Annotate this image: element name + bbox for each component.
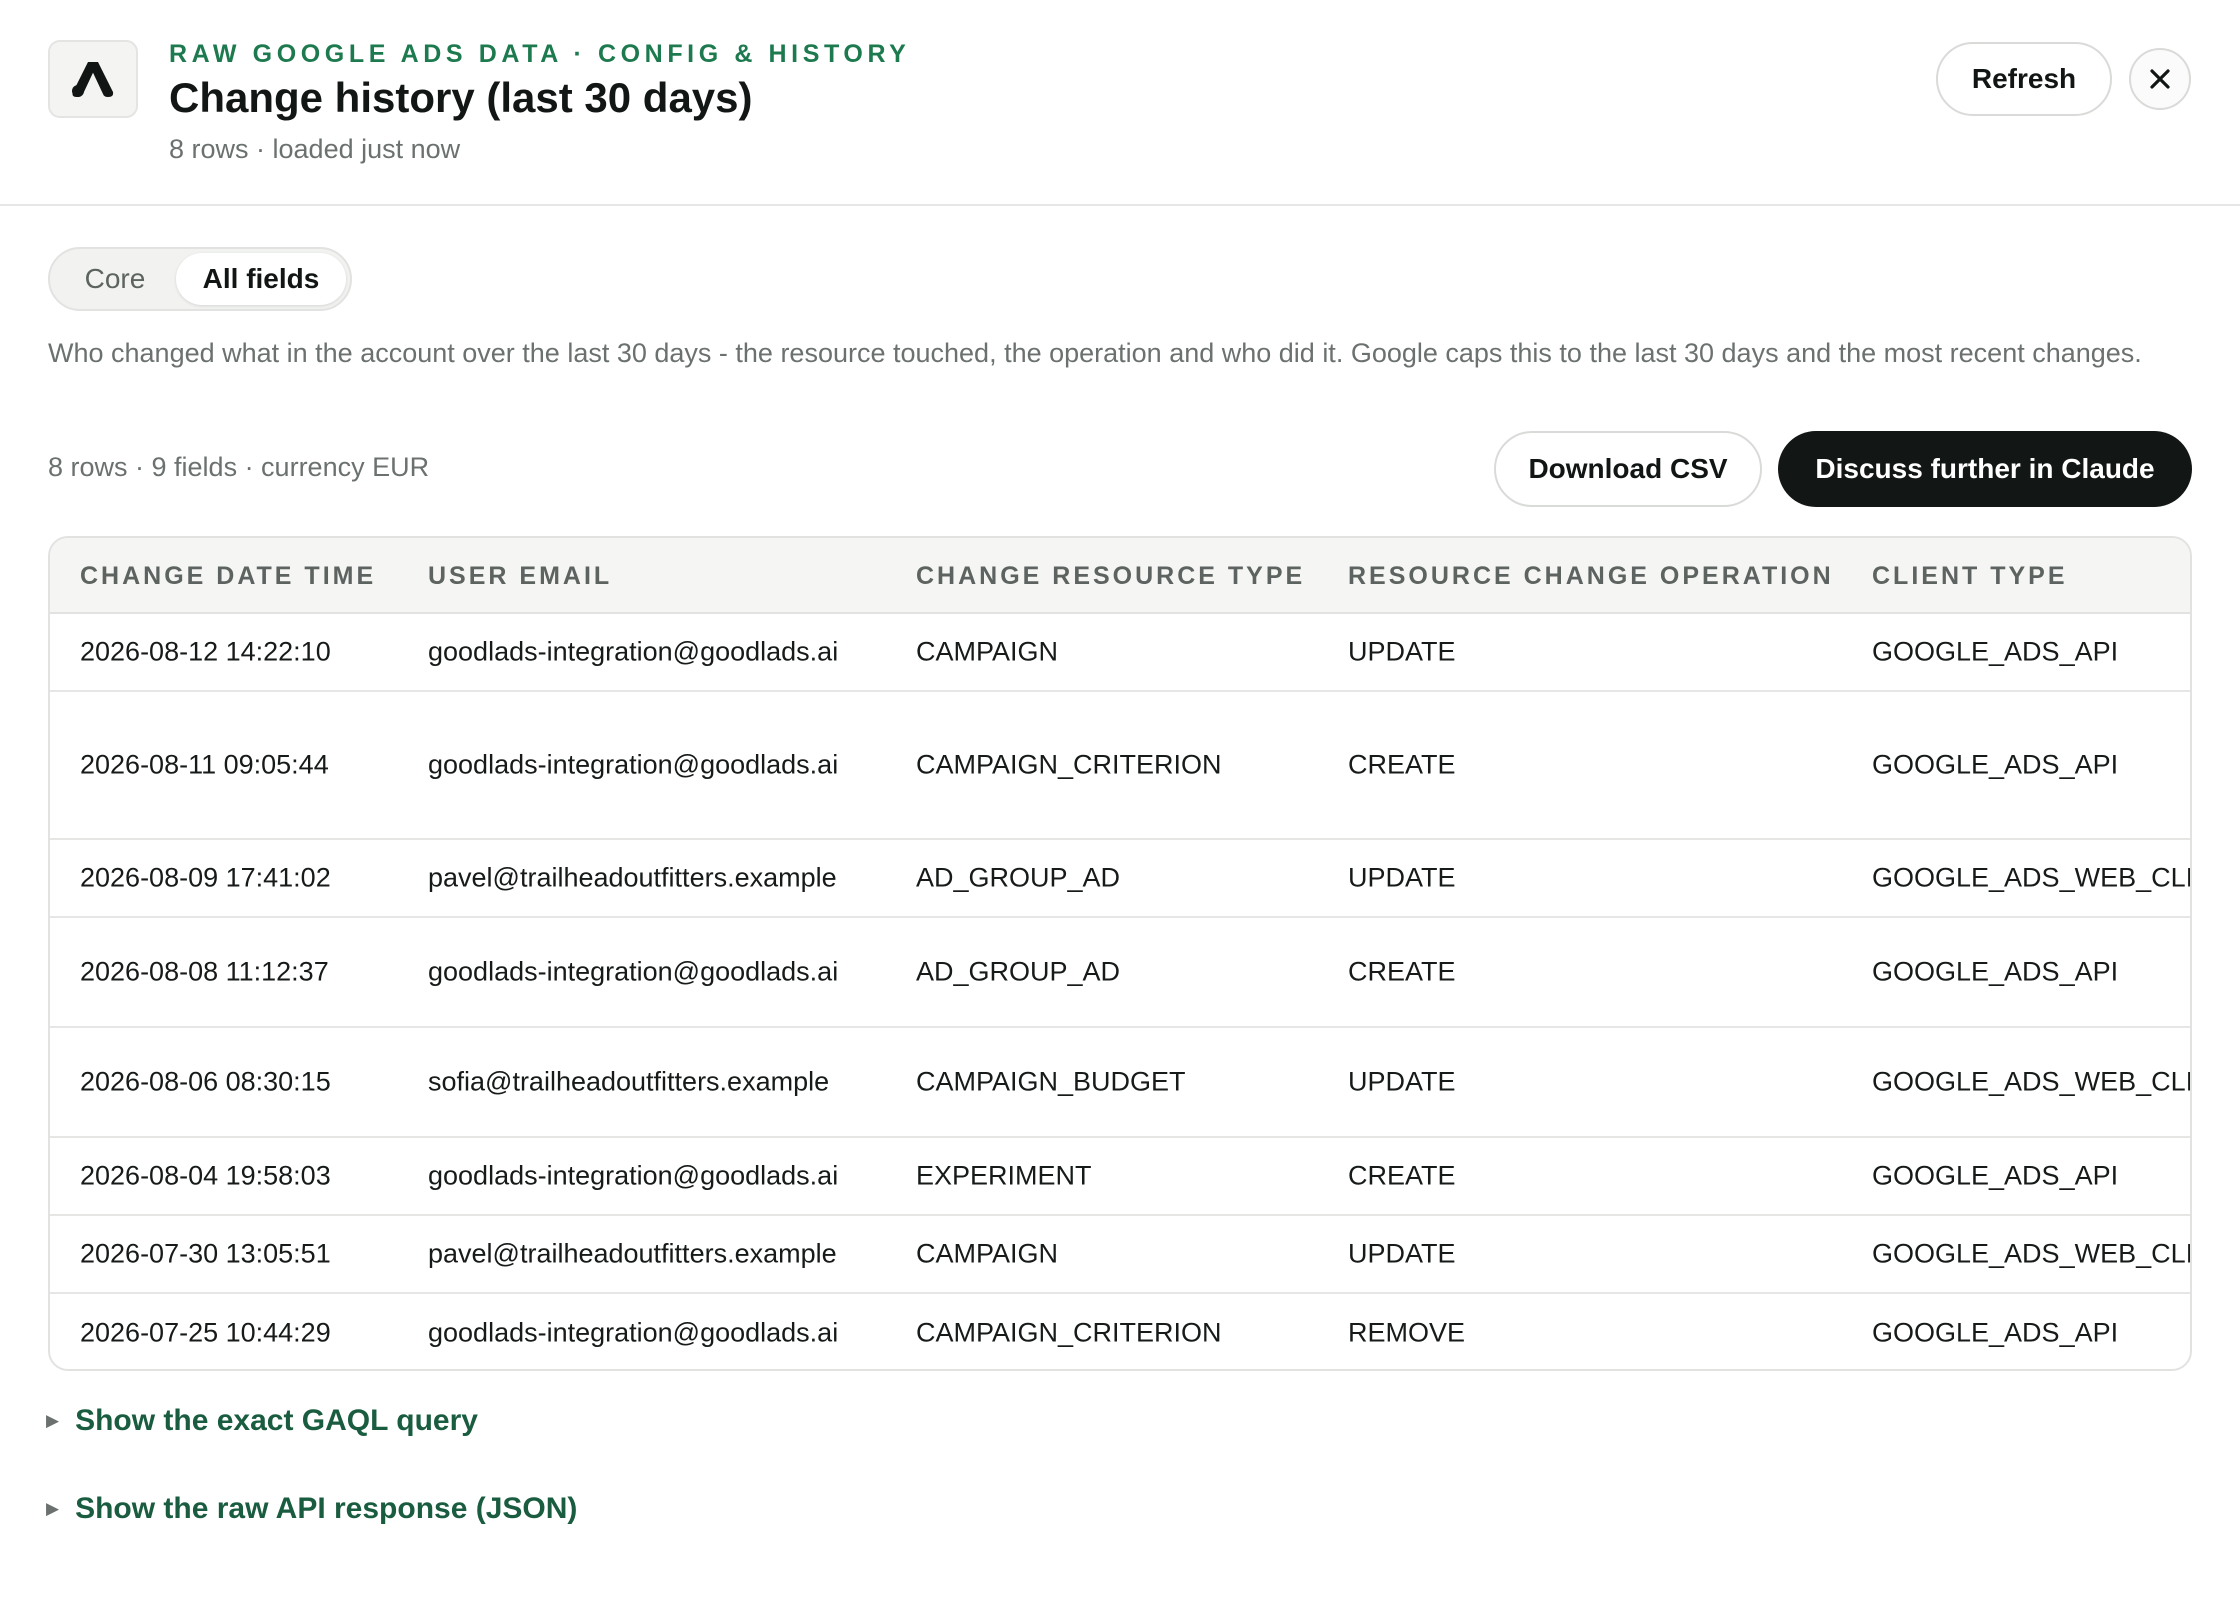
disclosure-triangle-icon: ▶ (46, 1499, 60, 1518)
cell-operation: CREATE (1348, 956, 1456, 987)
cell-user-email: goodlads-integration@goodlads.ai (428, 1317, 839, 1347)
table-row: 2026-07-30 13:05:51 pavel@trailheadoutfi… (50, 1216, 2192, 1294)
modal-header: RAW GOOGLE ADS DATA · CONFIG & HISTORY C… (0, 0, 2240, 206)
cell-user-email: pavel@trailheadoutfitters.example (428, 1238, 837, 1269)
gaql-query-label: Show the exact GAQL query (75, 1404, 478, 1437)
cell-client-type: GOOGLE_ADS_API (1872, 636, 2119, 667)
table-row: 2026-08-04 19:58:03 goodlads-integration… (50, 1138, 2190, 1216)
cell-resource-type: CAMPAIGN_BUDGET (916, 1066, 1186, 1097)
cell-user-email: pavel@trailheadoutfitters.example (428, 862, 837, 893)
table-row: 2026-08-12 14:22:10 goodlads-integration… (50, 614, 2190, 692)
cell-operation: REMOVE (1348, 1317, 1466, 1347)
cell-change-date-time: 2026-08-08 11:12:37 (80, 956, 329, 987)
cell-client-type: GOOGLE_ADS_API (1872, 1160, 2119, 1191)
cell-client-type: GOOGLE_ADS_API (1872, 1317, 2119, 1347)
cell-user-email: goodlads-integration@goodlads.ai (428, 749, 839, 780)
raw-json-label: Show the raw API response (JSON) (75, 1492, 578, 1525)
cell-operation: UPDATE (1348, 636, 1456, 667)
table-row: 2026-08-06 08:30:15 sofia@trailheadoutfi… (50, 1028, 2192, 1138)
load-status: 8 rows · loaded just now (169, 134, 461, 164)
change-history-table[interactable]: CHANGE DATE TIME USER EMAIL CHANGE RESOU… (48, 536, 2192, 1371)
cell-client-type: GOOGLE_ADS_API (1872, 749, 2119, 780)
section-eyebrow: RAW GOOGLE ADS DATA · CONFIG & HISTORY (169, 40, 911, 68)
cell-user-email: goodlads-integration@goodlads.ai (428, 956, 839, 987)
cell-resource-type: CAMPAIGN (916, 1238, 1059, 1269)
cell-change-date-time: 2026-07-25 10:44:29 (80, 1317, 331, 1347)
column-header[interactable]: CHANGE DATE TIME (80, 562, 376, 591)
cell-client-type: GOOGLE_ADS_WEB_CLIENT (1872, 862, 2192, 893)
refresh-button[interactable]: Refresh (1936, 42, 2112, 116)
cell-operation: UPDATE (1348, 1238, 1456, 1269)
raw-json-disclosure[interactable]: ▶ Show the raw API response (JSON) (46, 1492, 577, 1526)
column-header[interactable]: RESOURCE CHANGE OPERATION (1348, 562, 1834, 591)
cell-resource-type: CAMPAIGN_CRITERION (916, 1317, 1222, 1347)
cell-user-email: goodlads-integration@goodlads.ai (428, 636, 839, 667)
close-icon (2150, 69, 2170, 89)
cell-change-date-time: 2026-08-11 09:05:44 (80, 749, 329, 780)
cell-change-date-time: 2026-08-09 17:41:02 (80, 862, 331, 893)
cell-client-type: GOOGLE_ADS_WEB_CLIENT (1872, 1238, 2192, 1269)
cell-change-date-time: 2026-07-30 13:05:51 (80, 1238, 331, 1269)
cell-change-date-time: 2026-08-06 08:30:15 (80, 1066, 331, 1097)
close-button[interactable] (2129, 48, 2191, 110)
tab-core[interactable]: Core (60, 253, 170, 305)
cell-change-date-time: 2026-08-12 14:22:10 (80, 636, 331, 667)
table-row: 2026-07-25 10:44:29 goodlads-integration… (50, 1294, 2190, 1369)
table-row: 2026-08-11 09:05:44 goodlads-integration… (50, 692, 2190, 840)
cell-operation: CREATE (1348, 1160, 1456, 1191)
table-row: 2026-08-08 11:12:37 goodlads-integration… (50, 918, 2190, 1028)
cell-resource-type: AD_GROUP_AD (916, 956, 1121, 987)
google-ads-logo-icon (48, 40, 138, 118)
column-header[interactable]: USER EMAIL (428, 562, 612, 591)
cell-user-email: sofia@trailheadoutfitters.example (428, 1066, 830, 1097)
cell-operation: UPDATE (1348, 862, 1456, 893)
cell-client-type: GOOGLE_ADS_API (1872, 956, 2119, 987)
column-header[interactable]: CLIENT TYPE (1872, 562, 2068, 591)
report-description: Who changed what in the account over the… (48, 338, 2142, 368)
cell-operation: CREATE (1348, 749, 1456, 780)
table-row: 2026-08-09 17:41:02 pavel@trailheadoutfi… (50, 840, 2192, 918)
disclosure-triangle-icon: ▶ (46, 1411, 60, 1430)
page-title: Change history (last 30 days) (169, 74, 753, 121)
gaql-query-disclosure[interactable]: ▶ Show the exact GAQL query (46, 1404, 478, 1438)
cell-user-email: goodlads-integration@goodlads.ai (428, 1160, 839, 1191)
table-summary: 8 rows · 9 fields · currency EUR (48, 452, 430, 482)
column-header[interactable]: CHANGE RESOURCE TYPE (916, 562, 1305, 591)
cell-resource-type: CAMPAIGN (916, 636, 1059, 667)
field-view-toggle: Core All fields (48, 247, 352, 311)
cell-operation: UPDATE (1348, 1066, 1456, 1097)
discuss-in-claude-button[interactable]: Discuss further in Claude (1778, 431, 2192, 507)
download-csv-button[interactable]: Download CSV (1494, 431, 1762, 507)
tab-all-fields[interactable]: All fields (176, 253, 346, 305)
table-header: CHANGE DATE TIME USER EMAIL CHANGE RESOU… (50, 538, 2190, 614)
cell-resource-type: CAMPAIGN_CRITERION (916, 749, 1222, 780)
cell-client-type: GOOGLE_ADS_WEB_CLIENT (1872, 1066, 2192, 1097)
cell-change-date-time: 2026-08-04 19:58:03 (80, 1160, 331, 1191)
cell-resource-type: EXPERIMENT (916, 1160, 1092, 1191)
cell-resource-type: AD_GROUP_AD (916, 862, 1121, 893)
